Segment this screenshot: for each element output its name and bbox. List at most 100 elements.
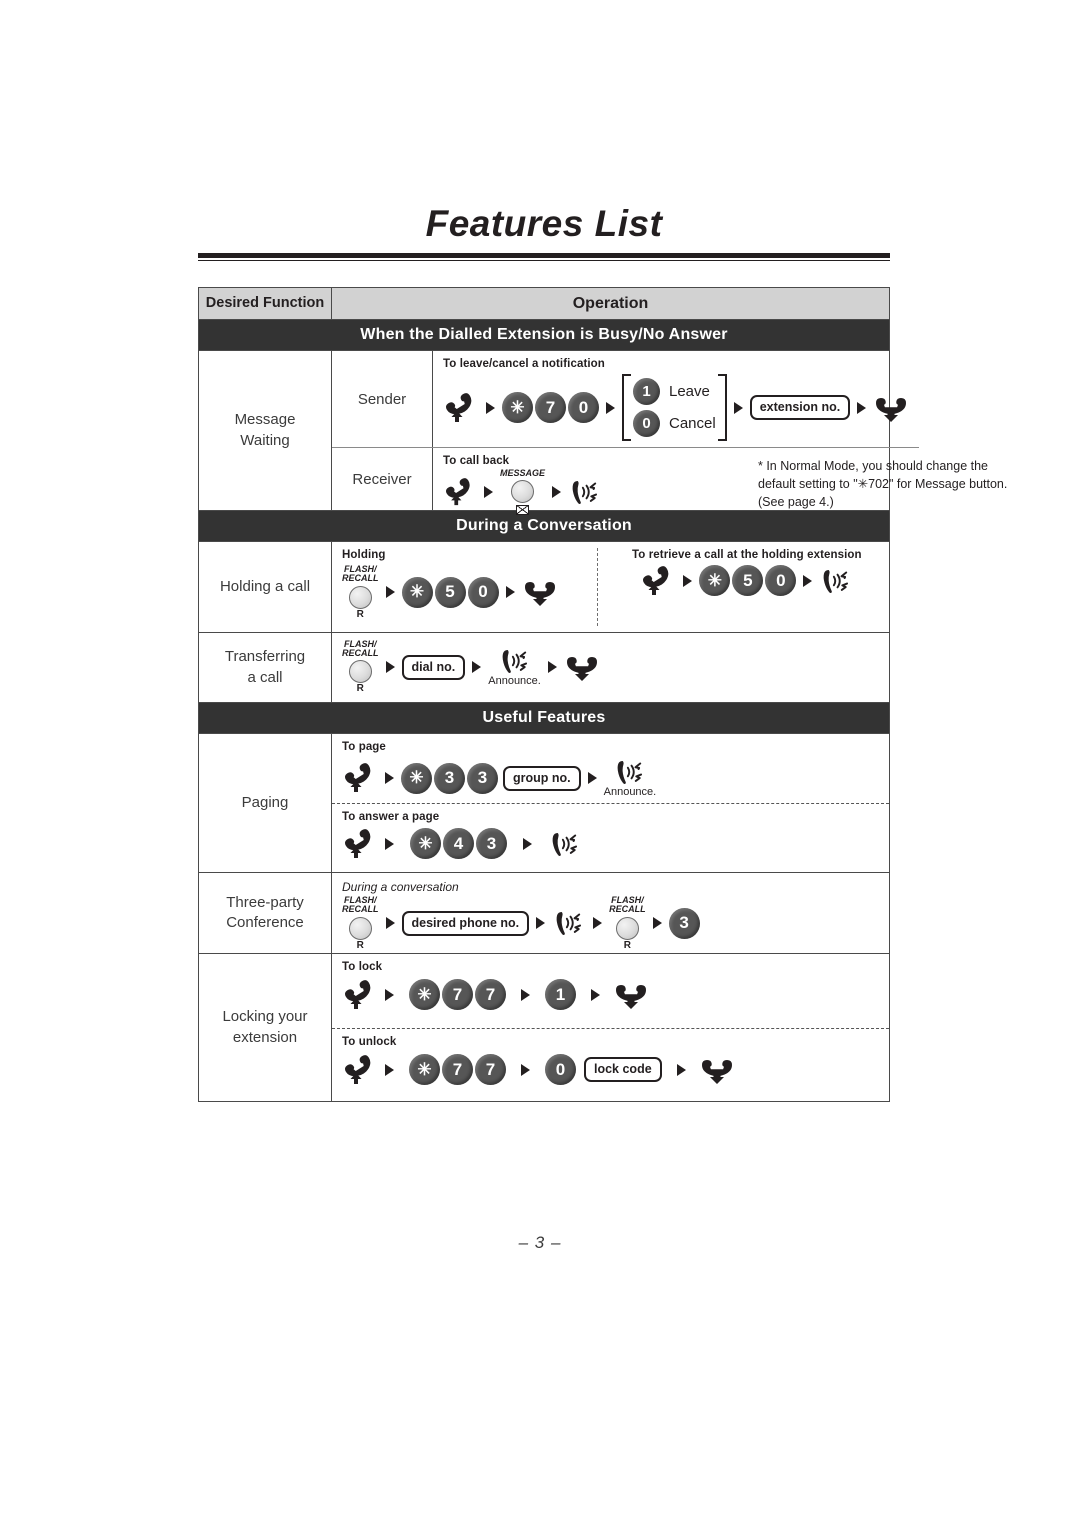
holding-right-block: To retrieve a call at the holding extens… [632, 549, 862, 620]
caption-retrieve-call: To retrieve a call at the holding extens… [632, 549, 862, 561]
input-group-no[interactable]: group no. [503, 765, 581, 791]
row-label-text: Paging [241, 793, 289, 811]
key-7[interactable]: 7 [442, 1054, 473, 1085]
key-0[interactable]: 0 [545, 1054, 576, 1085]
announce-label: Announce. [603, 786, 657, 798]
key-3[interactable]: 3 [476, 828, 507, 859]
arrow-icon [733, 401, 743, 414]
key-0[interactable]: 0 [467, 576, 499, 608]
arrow-icon [591, 988, 600, 1001]
key-star[interactable]: ✳ [409, 1054, 440, 1085]
key-star[interactable]: ✳ [401, 576, 433, 608]
arrow-icon [676, 1063, 686, 1076]
key-3[interactable]: 3 [434, 762, 465, 794]
talk-handset-icon [548, 830, 582, 858]
key-star[interactable]: ✳ [502, 392, 533, 423]
title-rule-thick [198, 252, 890, 258]
section-banner-label: During a Conversation [199, 511, 889, 541]
message-button-label: MESSAGE [500, 468, 546, 478]
row-label-paging: Paging [199, 734, 332, 872]
page-number: – 3 – [518, 1233, 562, 1252]
talk-announce-group: Announce. [488, 647, 541, 687]
key-star[interactable]: ✳ [699, 565, 731, 596]
talk-handset-icon [613, 758, 647, 786]
arrow-icon [803, 574, 813, 587]
operation-cell-receiver: To call back MESSAGE * In Normal Mode, y… [433, 448, 1007, 516]
key-0[interactable]: 0 [765, 565, 797, 596]
key-star[interactable]: ✳ [409, 979, 440, 1010]
row-label-text: Holding a call [219, 577, 311, 595]
arrow-icon [536, 917, 546, 930]
sequence-holding: FLASH/ RECALL R ✳ 5 0 [342, 564, 600, 620]
table-row-holding-a-call: Holding a call Holding FLASH/ RECALL R ✳… [199, 541, 889, 632]
caption-to-answer-a-page: To answer a page [342, 811, 440, 823]
arrow-icon [385, 837, 394, 850]
flash-recall-button-sub: R [356, 939, 364, 951]
flash-recall-circle-icon [348, 916, 372, 940]
caption-holding: Holding [342, 549, 386, 561]
key-star[interactable]: ✳ [401, 762, 432, 794]
flash-recall-button[interactable]: FLASH/ RECALL R [342, 564, 379, 620]
flash-recall-button-sub: R [356, 608, 364, 620]
arrow-icon [552, 486, 562, 499]
section-banner-useful-features: Useful Features [199, 702, 889, 733]
arrow-icon [385, 917, 395, 930]
paging-to-answer-block: To answer a page ✳ 4 3 [332, 804, 889, 867]
flash-recall-button[interactable]: FLASH/ RECALL R [609, 895, 646, 951]
input-lock-code[interactable]: lock code [584, 1057, 662, 1082]
key-3[interactable]: 3 [668, 907, 700, 939]
unlock-block: To unlock ✳ 7 7 0 lock code [332, 1029, 889, 1093]
arrow-icon [606, 401, 615, 414]
message-button-circle-icon [511, 480, 534, 504]
key-group-star-7-7: ✳ 7 7 [409, 1054, 506, 1085]
key-7[interactable]: 7 [442, 979, 473, 1010]
key-5[interactable]: 5 [434, 576, 466, 608]
message-button[interactable]: MESSAGE [500, 468, 546, 516]
flash-recall-button-label: FLASH/ RECALL [342, 638, 379, 658]
envelope-icon [516, 505, 529, 516]
off-hook-handset-icon [443, 478, 477, 506]
operation-cell-sender: To leave/cancel a notification ✳ 7 0 1 L… [433, 351, 919, 447]
on-hook-handset-icon [613, 980, 649, 1010]
vertical-dashed-divider [597, 548, 598, 626]
sequence-retrieve: ✳ 5 0 [632, 565, 862, 596]
arrow-icon [652, 917, 662, 930]
row-label-transferring-a-call: Transferring a call [199, 633, 332, 702]
arrow-icon [857, 401, 867, 414]
key-group-star-5-0: ✳ 5 0 [401, 576, 499, 608]
input-desired-phone-no[interactable]: desired phone no. [401, 910, 530, 936]
flash-recall-button[interactable]: FLASH/ RECALL R [342, 895, 379, 951]
key-star[interactable]: ✳ [410, 828, 441, 859]
key-3[interactable]: 3 [467, 762, 498, 794]
table-row-message-waiting: Message Waiting Sender To leave/cancel a… [199, 350, 1007, 516]
key-0[interactable]: 0 [568, 392, 599, 423]
key-7[interactable]: 7 [475, 1054, 506, 1085]
arrow-icon [385, 988, 394, 1001]
key-0[interactable]: 0 [633, 410, 660, 437]
table-row-locking-your-extension: Locking your extension To lock ✳ 7 7 1 T… [199, 953, 889, 1101]
sequence-to-unlock: ✳ 7 7 0 lock code [342, 1054, 879, 1085]
key-group-star-3-3: ✳ 3 3 [401, 762, 498, 794]
subrow-sender: Sender To leave/cancel a notification ✳ … [332, 351, 919, 447]
row-label-message-waiting: Message Waiting [199, 351, 332, 510]
flash-recall-button-sub: R [356, 683, 364, 695]
key-1[interactable]: 1 [633, 378, 660, 405]
table-header-row: Desired Function Operation [199, 288, 889, 319]
key-4[interactable]: 4 [443, 828, 474, 859]
table-row-paging: Paging To page ✳ 3 3 group no. Announce.… [199, 733, 889, 872]
input-extension-no[interactable]: extension no. [749, 395, 851, 420]
choice-cancel: 0 Cancel [633, 410, 716, 437]
sequence-to-lock: ✳ 7 7 1 [342, 979, 879, 1010]
table-row-transferring-a-call: Transferring a call FLASH/ RECALL R dial… [199, 632, 889, 702]
subrow-receiver: Receiver To call back MESSAGE * In Norma… [332, 447, 1007, 516]
flash-recall-button[interactable]: FLASH/ RECALL R [342, 638, 379, 695]
arrow-icon [484, 486, 493, 499]
key-1[interactable]: 1 [545, 979, 576, 1010]
key-5[interactable]: 5 [732, 565, 764, 596]
arrow-icon [505, 586, 515, 599]
key-7[interactable]: 7 [535, 392, 566, 423]
input-dial-no[interactable]: dial no. [401, 654, 466, 680]
flash-recall-button-label: FLASH/ RECALL [342, 895, 379, 915]
key-7[interactable]: 7 [475, 979, 506, 1010]
caption-to-unlock: To unlock [342, 1036, 397, 1048]
